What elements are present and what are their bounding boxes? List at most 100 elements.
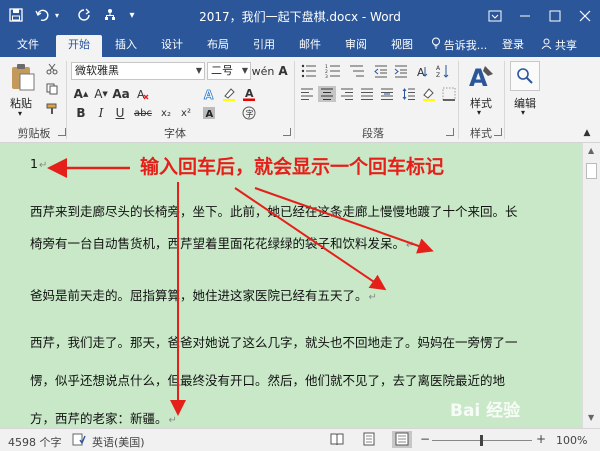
close-icon[interactable] [570,0,600,31]
minimize-icon[interactable] [510,0,540,31]
text-effects-icon[interactable]: A [200,86,218,102]
redo-icon[interactable] [74,5,94,25]
tell-me-box[interactable]: 告诉我... [426,35,492,57]
touch-mode-icon[interactable] [100,5,120,25]
paragraph-text: 1 [30,156,38,171]
proofing-icon[interactable] [72,432,86,449]
web-layout-icon[interactable] [392,431,412,448]
save-icon[interactable] [6,5,26,25]
change-case-icon[interactable]: Aa [112,86,129,102]
print-layout-icon[interactable] [362,432,376,449]
paragraph-text: 西芹，我们走了。那天，爸爸对她说了这么几字，就头也不回地走了。妈妈在一旁愣了一 [30,335,518,350]
multilevel-list-icon[interactable] [346,62,368,80]
clear-format-icon[interactable]: A [135,86,151,102]
shrink-font-icon[interactable]: A ▼ [93,86,109,102]
numbering-icon[interactable]: 123 [322,62,344,80]
enclose-char-icon[interactable]: 字 [240,105,258,121]
paragraph: 椅旁有一台自动售货机，西芹望着里面花花绿绿的袋子和饮料发呆。↵ [30,229,550,261]
signin-link[interactable]: 登录 [496,35,530,57]
grow-font-icon[interactable]: A ▲ [73,86,89,102]
justify-icon[interactable] [358,86,376,102]
tab-mailings[interactable]: 邮件 [292,35,328,57]
paragraph-shading-icon[interactable] [420,86,438,102]
format-painter-icon[interactable] [44,101,60,117]
zoom-level[interactable]: 100% [556,434,587,447]
styles-icon[interactable]: A [466,61,496,91]
scroll-thumb[interactable] [586,163,597,179]
paragraph-dialog-launcher[interactable] [446,128,454,136]
tab-layout[interactable]: 布局 [200,35,236,57]
collapse-ribbon-icon[interactable]: ▲ [580,127,594,139]
phonetic-guide-icon[interactable]: wén [252,62,275,80]
bullets-icon[interactable] [298,62,320,80]
copy-icon[interactable] [44,81,60,97]
subscript-button[interactable]: x₂ [157,105,175,121]
find-icon[interactable] [510,61,540,91]
undo-icon[interactable] [32,5,52,25]
tab-review[interactable]: 审阅 [338,35,374,57]
sort-icon[interactable]: AZ [434,62,452,80]
styles-dropdown-icon[interactable]: ▾ [477,108,481,117]
svg-text:A: A [245,87,254,100]
tab-references[interactable]: 引用 [246,35,282,57]
char-border-icon[interactable]: A [274,62,292,80]
divider [504,61,505,139]
font-name-value: 微软雅黑 [75,64,119,77]
underline-button[interactable]: U [112,105,128,121]
maximize-icon[interactable] [540,0,570,31]
borders-icon[interactable] [440,86,458,102]
zoom-slider-thumb[interactable] [480,435,483,446]
superscript-button[interactable]: x² [177,105,195,121]
distribute-icon[interactable] [378,86,396,102]
align-right-icon[interactable] [338,86,356,102]
tab-view[interactable]: 视图 [384,35,420,57]
word-count[interactable]: 4598 个字 [8,434,62,450]
customize-qat-icon[interactable]: ▾ [122,5,142,25]
vertical-scrollbar[interactable]: ▲ ▼ [582,143,600,428]
decrease-indent-icon[interactable] [372,62,390,80]
italic-button[interactable]: I [93,105,109,121]
paragraph-group-label: 段落 [362,127,384,140]
read-mode-icon[interactable] [330,432,344,449]
zoom-out-button[interactable]: − [420,432,430,446]
font-name-combo[interactable]: 微软雅黑 ▼ [71,62,205,80]
chevron-down-icon: ▼ [195,66,202,75]
language[interactable]: 英语(美国) [92,434,145,450]
paste-dropdown-icon[interactable]: ▾ [18,109,22,118]
ribbon-display-icon[interactable] [480,0,510,31]
font-size-combo[interactable]: 二号 ▼ [207,62,251,80]
paragraph-text: 爸妈是前天走的。屈指算算，她住进这家医院已经有五天了。 [30,288,368,303]
highlight-icon[interactable] [220,86,238,102]
align-left-icon[interactable] [298,86,316,102]
tab-insert[interactable]: 插入 [108,35,144,57]
tab-home[interactable]: 开始 [56,35,102,57]
ribbon-tabs: 文件 开始 插入 设计 布局 引用 邮件 审阅 视图 告诉我... 登录 共享 [0,31,600,57]
paste-icon[interactable] [8,61,38,93]
editing-dropdown-icon[interactable]: ▾ [521,108,525,117]
styles-dialog-launcher[interactable] [494,128,502,136]
font-color-icon[interactable]: A [240,86,258,102]
tell-me-label: 告诉我... [443,39,488,52]
cut-icon[interactable] [44,61,60,77]
bold-button[interactable]: B [73,105,89,121]
undo-dropdown-icon[interactable]: ▾ [52,5,62,25]
scroll-up-icon[interactable]: ▲ [588,146,594,155]
char-shading-icon[interactable]: A [200,105,218,121]
clipboard-dialog-launcher[interactable] [58,128,66,136]
svg-text:Z: Z [436,72,440,78]
tab-design[interactable]: 设计 [154,35,190,57]
increase-indent-icon[interactable] [392,62,410,80]
align-center-icon[interactable] [318,86,336,102]
scroll-down-icon[interactable]: ▼ [588,413,594,422]
paragraph-mark-icon: ↵ [38,160,48,171]
strikethrough-button[interactable]: abc [131,105,155,121]
document-canvas[interactable]: 1↵ 西芹来到走廊尽头的长椅旁，坐下。此前，她已经在这条走廊上慢慢地踱了十个来回… [0,143,582,428]
zoom-in-button[interactable]: + [536,432,546,446]
share-button[interactable]: 共享 [534,35,584,57]
chinese-layout-icon[interactable]: A [414,62,432,80]
line-spacing-icon[interactable] [400,86,418,102]
paragraph-text: 西芹来到走廊尽头的长椅旁，坐下。此前，她已经在这条走廊上慢慢地踱了十个来回。长 [30,204,518,219]
tab-file[interactable]: 文件 [8,35,48,57]
font-dialog-launcher[interactable] [283,128,291,136]
paragraph: 爸妈是前天走的。屈指算算，她住进这家医院已经有五天了。↵ [30,281,550,313]
